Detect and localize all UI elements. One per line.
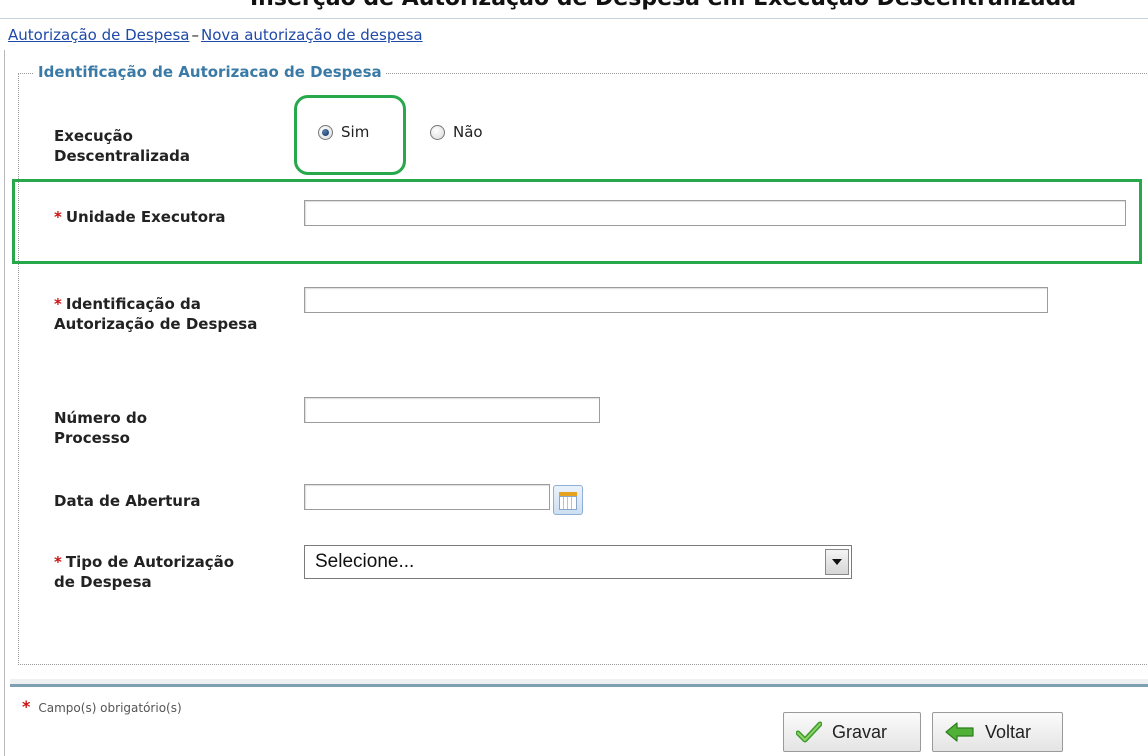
execucao-label: Execução Descentralizada: [54, 127, 190, 165]
identificacao-input[interactable]: [304, 287, 1048, 313]
gravar-label: Gravar: [832, 721, 888, 742]
highlight-sim-box: [294, 95, 406, 175]
back-arrow-icon: [945, 721, 975, 743]
breadcrumb-link-nova[interactable]: Nova autorização de despesa: [201, 26, 423, 44]
outer-left-border: [4, 50, 5, 756]
breadcrumb: Autorização de Despesa – Nova autorização …: [8, 26, 423, 44]
breadcrumb-link-autorizacao[interactable]: Autorização de Despesa: [8, 26, 189, 44]
header-divider: [0, 18, 1148, 19]
highlight-unidade-box: [12, 179, 1142, 264]
calendar-icon[interactable]: [553, 485, 583, 515]
required-mark: *: [54, 553, 62, 571]
chevron-down-icon[interactable]: [825, 549, 849, 575]
gravar-button[interactable]: Gravar: [783, 712, 921, 752]
tipo-select[interactable]: Selecione...: [304, 545, 852, 579]
voltar-button[interactable]: Voltar: [932, 712, 1063, 752]
check-icon: [796, 721, 822, 743]
identificacao-label: * Identificação da Autorização de Despesa: [54, 294, 284, 334]
page-header: Inserção de Autorização de Despesa em Ex…: [0, 0, 1148, 18]
data-abertura-input[interactable]: [304, 484, 550, 510]
radio-nao-input[interactable]: [430, 124, 445, 140]
tipo-label: * Tipo de Autorização de Despesa: [54, 552, 254, 592]
page-header-title: Inserção de Autorização de Despesa em Ex…: [250, 0, 1076, 11]
required-note-mark: *: [22, 697, 31, 716]
required-note: * Campo(s) obrigatório(s): [22, 697, 182, 716]
fieldset-legend: Identificação de Autorizacao de Despesa: [34, 63, 386, 81]
execucao-radio-nao[interactable]: Não: [430, 123, 483, 141]
breadcrumb-separator: –: [191, 26, 199, 44]
identificacao-label-text: Identificação da Autorização de Despesa: [54, 295, 258, 333]
footer-separator: [10, 684, 1148, 687]
numero-processo-label: Número do Processo: [54, 409, 148, 447]
data-abertura-label: Data de Abertura: [54, 492, 201, 510]
required-note-text: Campo(s) obrigatório(s): [38, 701, 182, 715]
numero-processo-input[interactable]: [304, 397, 600, 423]
required-mark: *: [54, 295, 62, 313]
voltar-label: Voltar: [985, 721, 1032, 742]
tipo-select-value: Selecione...: [315, 551, 415, 572]
radio-nao-label: Não: [453, 123, 483, 141]
tipo-label-text: Tipo de Autorização de Despesa: [54, 553, 235, 591]
